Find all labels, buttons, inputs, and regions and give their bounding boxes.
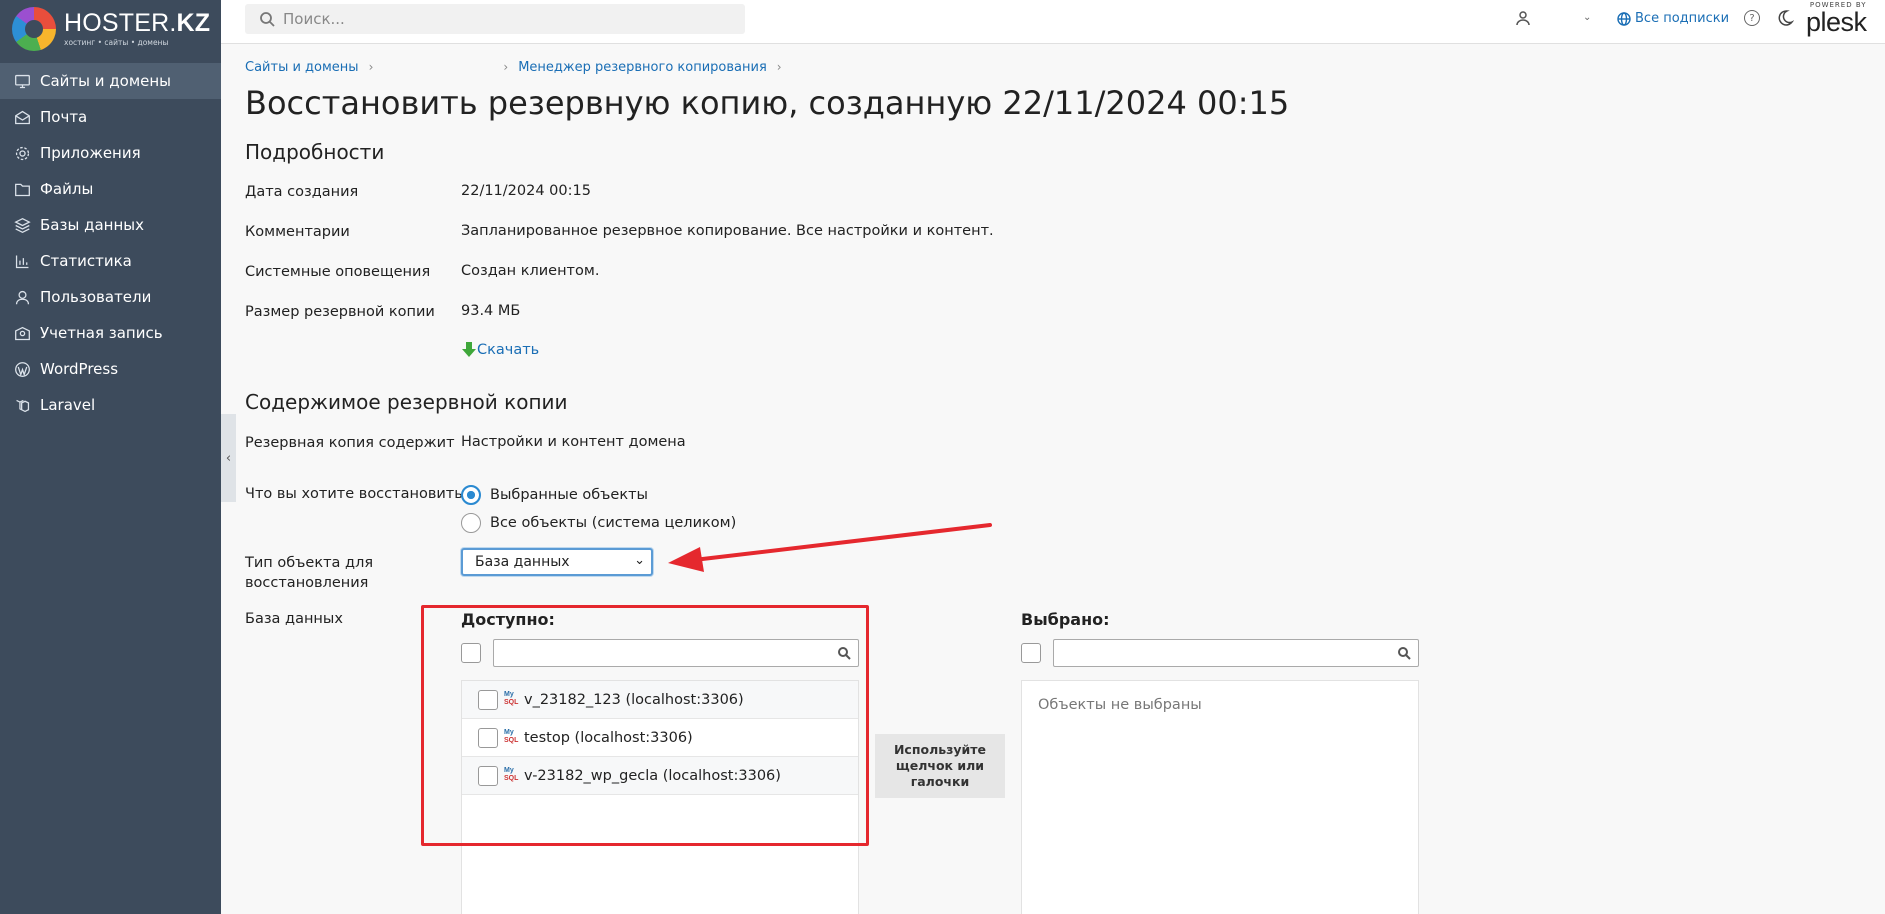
selected-empty-text: Объекты не выбраны	[1038, 697, 1202, 713]
sidebar-item-label: Laravel	[40, 396, 96, 414]
selected-select-all-checkbox[interactable]	[1021, 643, 1041, 663]
selected-heading: Выбрано:	[1021, 610, 1110, 629]
breadcrumb-backup-manager[interactable]: Менеджер резервного копирования	[518, 60, 767, 75]
restore-question-label: Что вы хотите восстановить?	[245, 486, 471, 502]
gear-icon	[12, 143, 32, 163]
hint-line2: щелчок или	[895, 757, 985, 773]
plesk-brand: plesk	[1806, 7, 1867, 37]
download-link[interactable]: Скачать	[461, 341, 539, 359]
chevron-down-icon[interactable]: ⌄	[1583, 12, 1591, 23]
sidebar-collapse-button[interactable]: ‹	[221, 414, 236, 502]
sidebar-item-laravel[interactable]: Laravel	[0, 387, 221, 423]
size-label: Размер резервной копии	[245, 304, 435, 320]
breadcrumb-separator-icon: ›	[368, 60, 374, 74]
transfer-hint-button[interactable]: Используйте щелчок или галочки	[875, 734, 1005, 798]
sidebar-item-label: Учетная запись	[40, 324, 163, 342]
sidebar-item-statistics[interactable]: Статистика	[0, 243, 221, 279]
contains-label: Резервная копия содержит	[245, 435, 455, 451]
database-layers-icon	[12, 215, 32, 235]
sidebar-item-wordpress[interactable]: WordPress	[0, 351, 221, 387]
breadcrumb-separator-icon: ›	[776, 60, 782, 74]
logo-subtitle: хостинг • сайты • домены	[64, 37, 169, 47]
contains-value: Настройки и контент домена	[461, 434, 686, 450]
sidebar-item-label: Файлы	[40, 180, 94, 198]
chevron-down-icon: ⌄	[634, 553, 645, 568]
selected-filter-input[interactable]	[1053, 639, 1419, 667]
object-type-label-line1: Тип объекта для	[245, 555, 374, 571]
breadcrumb: Сайты и домены › › Менеджер резервного к…	[245, 59, 792, 75]
sidebar-item-databases[interactable]: Базы данных	[0, 207, 221, 243]
sidebar: HOSTER.KZ хостинг • сайты • домены Сайты…	[0, 0, 221, 914]
radio-checked[interactable]	[461, 485, 481, 505]
download-arrow-icon	[462, 342, 476, 357]
user-icon	[12, 287, 32, 307]
hint-line3: галочки	[910, 774, 970, 790]
sidebar-item-users[interactable]: Пользователи	[0, 279, 221, 315]
logo-mark-icon	[12, 6, 56, 51]
top-bar: ⌄ Все подписки ? POWERED BY plesk	[221, 0, 1885, 44]
sidebar-nav: Сайты и домены Почта Приложения Файлы Ба…	[0, 63, 221, 423]
sidebar-item-label: WordPress	[40, 360, 119, 378]
breadcrumb-separator-icon: ›	[503, 60, 509, 74]
created-value: 22/11/2024 00:15	[461, 183, 591, 199]
folder-icon	[12, 179, 32, 199]
radio-selected-objects[interactable]: Выбранные объекты	[461, 485, 648, 505]
created-label: Дата создания	[245, 184, 359, 200]
subscriptions-label: Все подписки	[1635, 11, 1730, 26]
sidebar-item-sites-domains[interactable]: Сайты и домены	[0, 63, 221, 99]
object-type-select-value: База данных	[475, 554, 570, 570]
sidebar-item-account[interactable]: Учетная запись	[0, 315, 221, 351]
bar-chart-icon	[12, 251, 32, 271]
comments-value: Запланированное резервное копирование. В…	[461, 223, 994, 239]
sidebar-item-mail[interactable]: Почта	[0, 99, 221, 135]
page-title: Восстановить резервную копию, созданную …	[245, 84, 1290, 122]
notifications-label: Системные оповещения	[245, 264, 431, 280]
sidebar-item-label: Почта	[40, 108, 88, 126]
breadcrumb-sites-domains[interactable]: Сайты и домены	[245, 60, 359, 75]
selected-list: Объекты не выбраны	[1021, 680, 1419, 914]
object-type-label-line2: восстановления	[245, 575, 369, 591]
globe-icon	[1617, 11, 1631, 26]
database-label: База данных	[245, 611, 343, 627]
account-icon	[12, 323, 32, 343]
search-icon	[260, 12, 275, 27]
object-type-select[interactable]: База данных ⌄	[461, 548, 653, 576]
monitor-icon	[12, 71, 32, 91]
laravel-icon	[12, 395, 32, 415]
search-box[interactable]	[245, 4, 745, 34]
search-icon	[1398, 647, 1411, 660]
sidebar-item-files[interactable]: Файлы	[0, 171, 221, 207]
mail-icon	[12, 107, 32, 127]
notifications-value: Создан клиентом.	[461, 263, 600, 279]
sidebar-item-applications[interactable]: Приложения	[0, 135, 221, 171]
download-label: Скачать	[477, 342, 540, 358]
radio-selected-objects-label: Выбранные объекты	[490, 487, 648, 503]
hint-line1: Используйте	[893, 741, 987, 757]
backup-contents-heading: Содержимое резервной копии	[245, 390, 568, 414]
comments-label: Комментарии	[245, 224, 350, 240]
sidebar-item-label: Базы данных	[40, 216, 144, 234]
object-type-label: Тип объекта для восстановления	[245, 553, 373, 593]
sidebar-item-label: Пользователи	[40, 288, 152, 306]
logo[interactable]: HOSTER.KZ хостинг • сайты • домены	[0, 0, 221, 57]
annotation-highlight-box	[421, 605, 869, 846]
sidebar-item-label: Статистика	[40, 252, 132, 270]
breadcrumb-domain-redacted[interactable]	[383, 59, 493, 75]
dark-mode-moon-icon[interactable]	[1776, 9, 1795, 31]
search-input[interactable]	[283, 10, 723, 28]
subscriptions-link[interactable]: Все подписки	[1617, 11, 1729, 26]
size-value: 93.4 МБ	[461, 303, 521, 319]
logo-title: HOSTER.KZ	[64, 8, 211, 37]
help-icon[interactable]: ?	[1744, 10, 1760, 26]
plesk-logo: POWERED BY plesk	[1806, 2, 1867, 36]
sidebar-item-label: Сайты и домены	[40, 72, 172, 90]
radio-unchecked[interactable]	[461, 513, 481, 533]
sidebar-item-label: Приложения	[40, 144, 141, 162]
details-heading: Подробности	[245, 140, 385, 164]
annotation-arrow-icon	[668, 523, 992, 572]
wordpress-icon	[12, 359, 32, 379]
user-menu-icon[interactable]	[1515, 10, 1535, 30]
